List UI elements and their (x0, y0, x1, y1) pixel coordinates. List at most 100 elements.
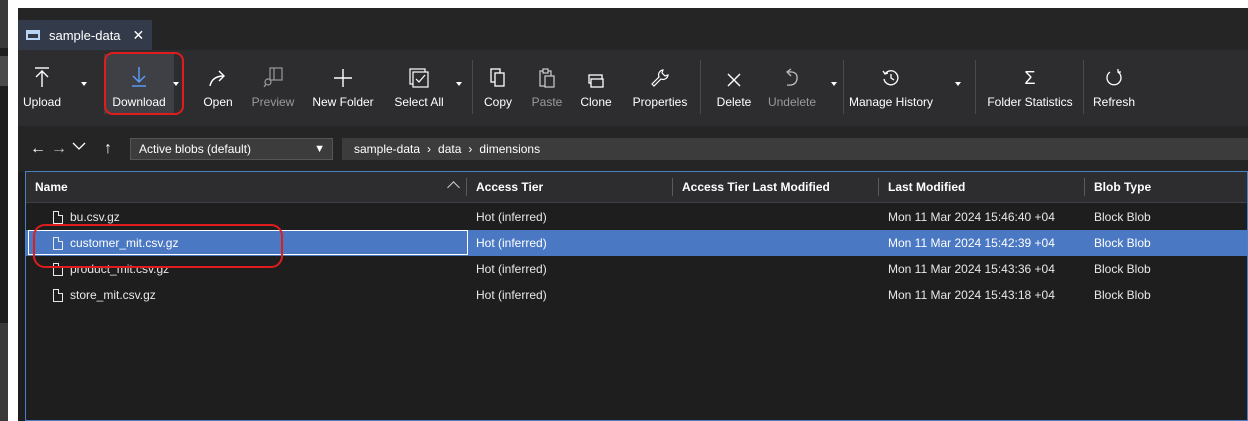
folder-statistics-button[interactable]: Σ Folder Statistics (984, 58, 1076, 118)
table-header: Name Access Tier Access Tier Last Modifi… (26, 172, 1247, 203)
copy-button[interactable]: Copy (478, 58, 518, 118)
undelete-label: Undelete (767, 95, 817, 109)
sigma-icon: Σ (1024, 68, 1036, 88)
container-icon (26, 30, 40, 40)
select-all-dropdown-caret[interactable] (456, 82, 462, 86)
tab-title: sample-data (49, 27, 121, 43)
last-modified-cell: Mon 11 Mar 2024 15:42:39 +04 (888, 236, 1055, 250)
column-header-access-tier-last-modified[interactable]: Access Tier Last Modified (673, 172, 878, 202)
blob-name: bu.csv.gz (70, 210, 120, 224)
name-cell: bu.csv.gz (53, 204, 120, 230)
properties-label: Properties (632, 95, 688, 109)
column-header-name[interactable]: Name (26, 172, 465, 202)
blob-type-cell: Block Blob (1094, 210, 1151, 224)
manage-history-dropdown-caret[interactable] (955, 82, 961, 86)
navigation-bar: ← → ↑ Active blobs (default) ▼ sample-da… (18, 126, 1248, 172)
blob-filter-value: Active blobs (default) (139, 142, 252, 156)
chevron-down-icon[interactable] (72, 139, 86, 158)
delete-button[interactable]: Delete (712, 58, 756, 118)
breadcrumb-item-dimensions[interactable]: dimensions (479, 142, 540, 156)
column-header-access-tier[interactable]: Access Tier (467, 172, 672, 202)
tab-bar: sample-data ✕ (18, 8, 1248, 50)
chevron-right-icon: › (427, 142, 432, 156)
file-icon (53, 262, 63, 276)
last-modified-cell: Mon 11 Mar 2024 15:43:18 +04 (888, 288, 1055, 302)
access-tier-cell: Hot (inferred) (476, 236, 547, 250)
preview-button[interactable]: Preview (246, 58, 300, 118)
upload-icon (35, 67, 49, 87)
back-arrow-icon[interactable]: ← (30, 140, 46, 158)
upload-label: Upload (22, 95, 62, 109)
forward-arrow-icon[interactable]: → (51, 140, 67, 158)
blob-type-cell: Block Blob (1094, 262, 1151, 276)
paste-label: Paste (531, 95, 563, 109)
blob-filter-select[interactable]: Active blobs (default) ▼ (130, 138, 333, 160)
breadcrumb-item-data[interactable]: data (438, 142, 461, 156)
toolbar: Upload Download Open Preview New Folder (18, 50, 1248, 126)
new-folder-button[interactable]: New Folder (310, 58, 376, 118)
table-row[interactable]: product_mit.csv.gz Hot (inferred) Mon 11… (26, 256, 1247, 282)
upload-button[interactable]: Upload (22, 58, 62, 118)
blob-name: store_mit.csv.gz (70, 288, 156, 302)
upload-dropdown-caret[interactable] (81, 82, 87, 86)
select-all-label: Select All (394, 95, 444, 109)
name-cell: product_mit.csv.gz (53, 256, 169, 282)
toolbar-separator (975, 60, 976, 114)
open-button[interactable]: Open (198, 58, 238, 118)
explorer-panel: sample-data ✕ Upload Download Open Previ… (18, 8, 1248, 421)
undelete-button[interactable]: Undelete (762, 58, 822, 118)
toolbar-separator (843, 60, 844, 114)
refresh-button[interactable]: Refresh (1092, 58, 1136, 118)
table-row[interactable]: bu.csv.gz Hot (inferred) Mon 11 Mar 2024… (26, 204, 1247, 230)
download-button[interactable]: Download (106, 58, 172, 118)
toolbar-separator (472, 60, 473, 114)
properties-button[interactable]: Properties (630, 58, 690, 118)
undelete-dropdown-caret[interactable] (831, 82, 837, 86)
breadcrumb-item-sample-data[interactable]: sample-data (354, 142, 420, 156)
download-label: Download (112, 95, 166, 109)
access-tier-cell: Hot (inferred) (476, 262, 547, 276)
preview-label: Preview (251, 95, 295, 109)
copy-label: Copy (483, 95, 512, 109)
open-arrow-icon (209, 70, 225, 87)
left-edge-scroll-thumb[interactable] (0, 56, 8, 86)
download-icon (132, 67, 146, 87)
chevron-right-icon: › (468, 142, 473, 156)
column-header-last-modified[interactable]: Last Modified (879, 172, 1084, 202)
plus-icon (334, 69, 352, 87)
close-icon[interactable]: ✕ (133, 27, 145, 44)
open-label: Open (203, 95, 233, 109)
refresh-label: Refresh (1092, 95, 1136, 109)
new-folder-label: New Folder (312, 95, 374, 109)
name-cell: store_mit.csv.gz (53, 282, 156, 308)
manage-history-label: Manage History (848, 95, 934, 109)
file-icon (53, 210, 63, 224)
manage-history-button[interactable]: Manage History (848, 58, 934, 118)
copy-icon (490, 68, 505, 87)
name-cell: customer_mit.csv.gz (53, 230, 178, 256)
tab-sample-data[interactable]: sample-data ✕ (18, 20, 152, 50)
preview-icon (263, 67, 283, 88)
blob-name: product_mit.csv.gz (70, 262, 170, 276)
up-arrow-icon[interactable]: ↑ (104, 140, 112, 158)
blob-name: customer_mit.csv.gz (70, 236, 179, 250)
delete-label: Delete (716, 95, 752, 109)
access-tier-cell: Hot (inferred) (476, 288, 547, 302)
blob-list-table: Name Access Tier Access Tier Last Modifi… (25, 171, 1248, 421)
wrench-icon (651, 69, 669, 87)
column-header-blob-type[interactable]: Blob Type (1085, 172, 1245, 202)
last-modified-cell: Mon 11 Mar 2024 15:46:40 +04 (888, 210, 1055, 224)
table-row[interactable]: store_mit.csv.gz Hot (inferred) Mon 11 M… (26, 282, 1247, 308)
window-frame: sample-data ✕ Upload Download Open Previ… (0, 0, 1248, 421)
clone-button[interactable]: Clone (574, 58, 618, 118)
history-icon (882, 70, 899, 86)
chevron-down-icon: ▼ (314, 143, 325, 155)
toolbar-separator (1083, 60, 1084, 114)
clone-label: Clone (580, 95, 612, 109)
blob-type-cell: Block Blob (1094, 236, 1151, 250)
paste-button[interactable]: Paste (526, 58, 568, 118)
refresh-icon (1106, 69, 1122, 86)
download-dropdown-caret[interactable] (173, 82, 179, 86)
select-all-button[interactable]: Select All (390, 58, 448, 118)
table-row-selected[interactable]: customer_mit.csv.gz Hot (inferred) Mon 1… (26, 230, 1247, 256)
